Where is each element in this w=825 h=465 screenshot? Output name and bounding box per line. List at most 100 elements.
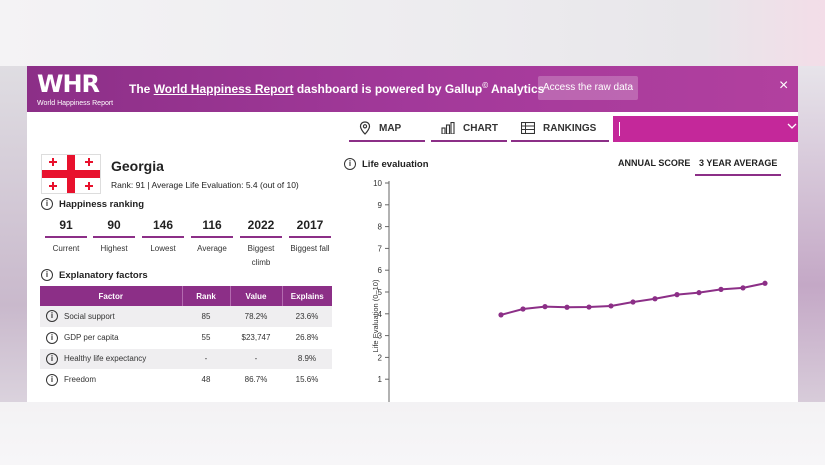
factor-explains: 15.6% <box>282 369 332 391</box>
data-point[interactable] <box>652 296 658 302</box>
copyright-mark: © <box>482 81 489 90</box>
country-summary: Rank: 91 | Average Life Evaluation: 5.4 … <box>111 180 299 190</box>
factor-rank: 55 <box>182 327 230 349</box>
tab-3-year-average[interactable]: 3 YEAR AVERAGE <box>695 158 782 176</box>
factor-name: Healthy life expectancy <box>64 354 147 363</box>
factor-explains: 26.8% <box>282 327 332 349</box>
factor-rank: 85 <box>182 306 230 328</box>
column-header-value[interactable]: Value <box>230 286 283 306</box>
table-icon <box>521 122 535 134</box>
background-blur-bottom <box>0 402 825 465</box>
data-point[interactable] <box>674 292 680 298</box>
life-evaluation-title: Life evaluation <box>362 158 429 170</box>
top-banner: WHR World Happiness Report The World Hap… <box>27 66 798 112</box>
logo-subtitle: World Happiness Report <box>37 100 114 107</box>
y-tick-label: 1 <box>378 375 383 384</box>
data-point[interactable] <box>608 303 614 309</box>
rank-stat-value: 116 <box>191 218 233 238</box>
tab-annual-score[interactable]: ANNUAL SCORE <box>618 158 690 168</box>
explanatory-factors-title: Explanatory factors <box>59 269 148 281</box>
factor-name: Social support <box>64 311 115 321</box>
top-navigation: MAP CHART RANKINGS <box>27 112 798 144</box>
banner-text-prefix: The <box>129 82 151 96</box>
data-point[interactable] <box>718 286 724 292</box>
table-row[interactable]: i Social support 85 78.2% 23.6% <box>40 306 332 328</box>
column-header-factor[interactable]: Factor <box>40 286 183 306</box>
country-name: Georgia <box>111 158 164 174</box>
data-point[interactable] <box>696 290 702 296</box>
y-axis-label: Life Evaluation (0–10) <box>371 279 380 352</box>
data-point[interactable] <box>586 304 592 310</box>
info-icon[interactable]: i <box>46 331 58 344</box>
happiness-ranking-title: Happiness ranking <box>59 198 144 210</box>
info-icon[interactable]: i <box>344 158 356 170</box>
nav-map-label: MAP <box>379 122 402 134</box>
rank-stat-current: 91 Current <box>45 218 87 256</box>
rank-stat-biggest-climb: 2022 Biggest climb <box>240 218 282 270</box>
explanatory-factors-heading: i Explanatory factors <box>41 269 148 281</box>
column-header-rank[interactable]: Rank <box>182 286 231 306</box>
factor-name: GDP per capita <box>64 333 119 342</box>
nav-map[interactable]: MAP <box>349 116 425 142</box>
column-header-explains[interactable]: Explains <box>282 286 332 306</box>
rank-stat-label: Biggest climb <box>247 244 275 267</box>
happiness-ranking-heading: i Happiness ranking <box>41 198 144 210</box>
rank-stat-value: 2017 <box>289 218 331 238</box>
info-icon[interactable]: i <box>41 198 53 210</box>
factor-name: Freedom <box>64 375 97 384</box>
data-point[interactable] <box>740 285 746 291</box>
info-icon[interactable]: i <box>46 310 58 323</box>
data-point[interactable] <box>630 299 636 305</box>
info-icon[interactable]: i <box>46 373 58 386</box>
banner-message: The World Happiness Report dashboard is … <box>129 81 544 96</box>
y-tick-label: 2 <box>378 353 383 362</box>
y-tick-label: 9 <box>378 201 383 210</box>
rank-stat-value: 146 <box>142 218 184 238</box>
rank-stat-average: 116 Average <box>191 218 233 256</box>
data-point[interactable] <box>762 280 768 286</box>
banner-text-end: Analytics <box>491 82 545 96</box>
rank-stat-label: Current <box>52 244 80 253</box>
life-evaluation-heading: i Life evaluation <box>344 158 429 170</box>
rank-stat-highest: 90 Highest <box>93 218 135 256</box>
logo-mark: WHR <box>37 70 100 98</box>
map-pin-icon <box>359 121 371 135</box>
data-point[interactable] <box>520 306 526 312</box>
close-icon[interactable]: × <box>779 77 788 95</box>
y-tick-label: 8 <box>378 223 383 232</box>
whr-link[interactable]: World Happiness Report <box>154 82 294 96</box>
chevron-down-icon[interactable] <box>786 120 798 134</box>
factor-explains: 23.6% <box>282 306 332 328</box>
info-icon[interactable]: i <box>41 269 53 281</box>
rank-stat-biggest-fall: 2017 Biggest fall <box>289 218 331 256</box>
factor-value: 86.7% <box>230 369 282 391</box>
dashboard-window: WHR World Happiness Report The World Hap… <box>27 66 798 402</box>
rank-stat-label: Lowest <box>150 244 176 253</box>
data-point[interactable] <box>498 312 504 318</box>
table-row[interactable]: i Healthy life expectancy - - 8.9% <box>40 348 332 370</box>
rank-stat-lowest: 146 Lowest <box>142 218 184 256</box>
factor-value: - <box>230 348 282 370</box>
info-icon[interactable]: i <box>46 352 58 365</box>
table-row[interactable]: i Freedom 48 86.7% 15.6% <box>40 369 332 391</box>
explanatory-factors-table: Factor Rank Value Explains i Social suppo… <box>40 286 332 391</box>
rank-stat-value: 91 <box>45 218 87 238</box>
rank-stat-label: Highest <box>100 244 128 253</box>
rank-stat-value: 90 <box>93 218 135 238</box>
nav-rankings[interactable]: RANKINGS <box>511 116 609 142</box>
bar-chart-icon <box>441 122 455 134</box>
access-raw-data-button[interactable]: Access the raw data <box>538 76 638 100</box>
data-point[interactable] <box>564 304 570 310</box>
whr-logo[interactable]: WHR World Happiness Report <box>35 70 119 108</box>
rank-stat-label: Average <box>197 244 227 253</box>
nav-chart[interactable]: CHART <box>431 116 507 142</box>
table-row[interactable]: i GDP per capita 55 $23,747 26.8% <box>40 327 332 349</box>
country-search-input[interactable] <box>613 116 798 142</box>
banner-text-suffix: dashboard is powered by Gallup <box>296 82 483 96</box>
series-line <box>500 282 766 316</box>
y-tick-label: 6 <box>378 266 383 275</box>
data-point[interactable] <box>542 304 548 310</box>
text-cursor <box>619 122 620 136</box>
rank-stat-value: 2022 <box>240 218 282 238</box>
y-tick-label: 10 <box>373 179 382 188</box>
